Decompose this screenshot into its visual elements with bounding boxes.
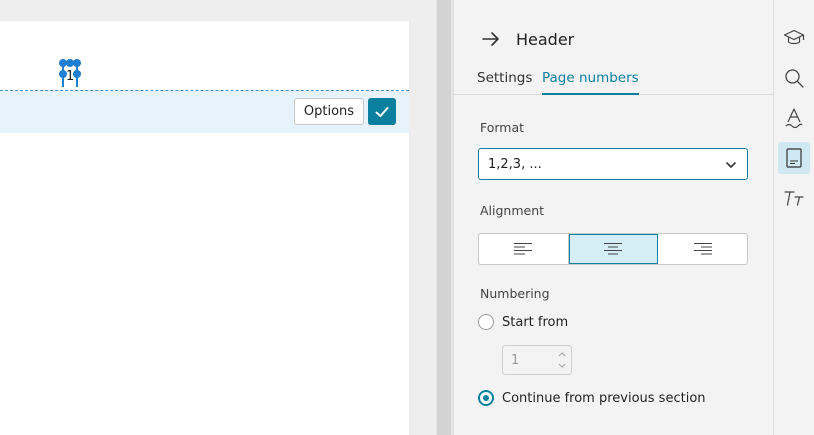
header-settings-panel: Header Settings Page numbers Format 1,2,… bbox=[453, 0, 774, 435]
start-from-radio[interactable] bbox=[478, 314, 494, 330]
header-footer-icon bbox=[786, 148, 802, 168]
tab-settings[interactable]: Settings bbox=[477, 70, 532, 95]
chevron-down-icon bbox=[726, 162, 736, 168]
options-button[interactable]: Options bbox=[294, 98, 364, 125]
start-from-label[interactable]: Start from bbox=[502, 315, 568, 330]
panel-header: Header bbox=[454, 0, 774, 58]
align-right-button[interactable] bbox=[658, 234, 747, 264]
align-right-icon bbox=[693, 243, 712, 255]
header-boundary-line bbox=[0, 90, 409, 91]
toolbar-header-footer[interactable] bbox=[778, 142, 810, 174]
stepper-arrows-icon[interactable] bbox=[557, 349, 567, 371]
text-style-icon bbox=[785, 108, 803, 129]
align-left-icon bbox=[514, 243, 533, 255]
toolbar-learn[interactable] bbox=[778, 22, 810, 54]
panel-tabs: Settings Page numbers bbox=[454, 66, 774, 95]
search-icon bbox=[785, 69, 804, 88]
numbering-label: Numbering bbox=[480, 286, 550, 301]
document-area: 1 Options bbox=[0, 0, 436, 435]
checkmark-icon bbox=[375, 106, 389, 117]
start-from-stepper[interactable]: 1 bbox=[502, 345, 572, 375]
align-left-button[interactable] bbox=[479, 234, 569, 264]
continue-radio[interactable] bbox=[478, 390, 494, 406]
start-from-value: 1 bbox=[511, 353, 520, 368]
continue-label[interactable]: Continue from previous section bbox=[502, 391, 706, 406]
alignment-label: Alignment bbox=[480, 203, 545, 218]
align-center-icon bbox=[604, 243, 622, 255]
document-scrollbar[interactable] bbox=[436, 0, 453, 435]
document-page[interactable]: 1 Options bbox=[0, 21, 409, 435]
graduation-cap-icon bbox=[783, 29, 805, 45]
format-label: Format bbox=[480, 120, 525, 135]
toolbar-search[interactable] bbox=[778, 62, 810, 94]
tab-page-numbers[interactable]: Page numbers bbox=[542, 70, 639, 95]
confirm-button[interactable] bbox=[368, 98, 396, 125]
alignment-group bbox=[478, 233, 748, 265]
panel-title: Header bbox=[516, 30, 575, 49]
toolbar-font-size[interactable] bbox=[778, 182, 810, 214]
toolbar-text-style[interactable] bbox=[778, 102, 810, 134]
arrow-right-icon[interactable] bbox=[480, 28, 502, 50]
right-toolbar bbox=[773, 0, 814, 435]
align-center-button[interactable] bbox=[568, 234, 659, 264]
page-number-field[interactable]: 1 bbox=[66, 69, 74, 84]
format-value: 1,2,3, ... bbox=[488, 157, 542, 172]
format-select[interactable]: 1,2,3, ... bbox=[478, 148, 748, 180]
font-size-icon bbox=[784, 191, 804, 206]
